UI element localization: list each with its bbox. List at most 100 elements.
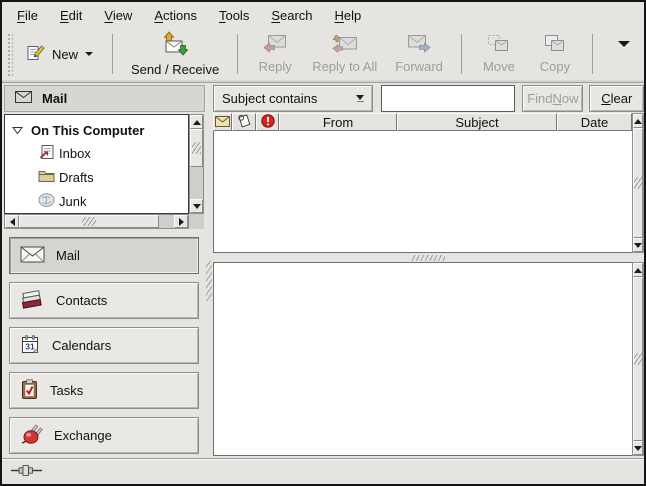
- tree-item-inbox[interactable]: Inbox: [5, 141, 188, 165]
- tree-item-label: Drafts: [59, 170, 94, 185]
- switcher-exchange-button[interactable]: Exchange: [9, 417, 199, 454]
- scrollbar-trough[interactable]: [19, 215, 174, 228]
- thumb-grip-icon: [634, 177, 642, 189]
- status-bar: [2, 458, 644, 484]
- copy-button[interactable]: Copy: [527, 31, 583, 77]
- column-subject[interactable]: Subject: [397, 113, 557, 131]
- junk-icon: [38, 192, 55, 210]
- column-from[interactable]: From: [279, 113, 397, 131]
- arrow-up-icon: [634, 268, 642, 273]
- tasks-icon: [20, 379, 39, 403]
- folder-icon: [38, 169, 55, 185]
- tree-item-junk[interactable]: Junk: [5, 189, 188, 213]
- scroll-left-button[interactable]: [5, 215, 19, 228]
- tree-item-drafts[interactable]: Drafts: [5, 165, 188, 189]
- toolbar-separator: [592, 34, 593, 74]
- folder-tree-vertical-scrollbar[interactable]: [189, 114, 204, 214]
- menu-tools[interactable]: Tools: [208, 4, 260, 27]
- search-scope-dropdown[interactable]: Subject contains: [213, 85, 373, 112]
- switcher-contacts-button[interactable]: Contacts: [9, 282, 199, 319]
- message-list-header: From Subject Date: [213, 113, 632, 131]
- column-message-status[interactable]: [213, 113, 232, 131]
- forward-label: Forward: [395, 59, 443, 74]
- forward-icon: [407, 34, 431, 56]
- mail-outline-icon: [15, 91, 32, 106]
- scroll-up-button[interactable]: [633, 263, 643, 277]
- toolbar-grip-handle[interactable]: [6, 32, 13, 76]
- scrollbar-corner: [189, 214, 204, 229]
- move-label: Move: [483, 59, 515, 74]
- scrollbar-trough[interactable]: [633, 277, 643, 441]
- contacts-icon: [20, 289, 45, 312]
- scroll-down-button[interactable]: [633, 238, 643, 252]
- new-button-label: New: [52, 47, 78, 62]
- scrollbar-trough[interactable]: [190, 129, 203, 199]
- scroll-up-button[interactable]: [190, 115, 203, 129]
- menu-help[interactable]: Help: [324, 4, 373, 27]
- move-icon: [487, 34, 510, 56]
- send-receive-button[interactable]: Send / Receive: [122, 28, 228, 80]
- search-input[interactable]: [381, 85, 515, 112]
- menu-actions[interactable]: Actions: [143, 4, 208, 27]
- scroll-down-button[interactable]: [633, 441, 643, 455]
- switcher-tasks-button[interactable]: Tasks: [9, 372, 199, 409]
- main-area: Mail On This Computer: [2, 83, 644, 458]
- move-button[interactable]: Move: [471, 31, 527, 77]
- reply-button[interactable]: Reply: [247, 31, 303, 77]
- folder-tree-panel: On This Computer Inbox: [4, 114, 204, 229]
- copy-icon: [543, 34, 566, 56]
- horizontal-pane-splitter[interactable]: [213, 253, 644, 262]
- column-attachment[interactable]: [232, 113, 256, 131]
- expander-open-icon[interactable]: [12, 123, 23, 138]
- menu-edit[interactable]: Edit: [49, 4, 93, 27]
- switcher-label: Contacts: [56, 293, 107, 308]
- switcher-mail-button[interactable]: Mail: [9, 237, 199, 274]
- scrollbar-thumb[interactable]: [19, 215, 159, 228]
- message-list-pane: From Subject Date: [213, 113, 644, 253]
- scrollbar-trough[interactable]: [633, 128, 643, 238]
- column-priority[interactable]: [256, 113, 279, 131]
- reply-to-all-button[interactable]: Reply to All: [303, 31, 386, 77]
- online-status-icon[interactable]: [11, 464, 42, 480]
- reply-icon: [263, 34, 287, 56]
- switcher-label: Mail: [56, 248, 80, 263]
- toolbar-overflow-button[interactable]: [612, 41, 636, 68]
- scroll-up-button[interactable]: [633, 114, 643, 128]
- thumb-grip-icon: [82, 217, 96, 226]
- scrollbar-thumb[interactable]: [190, 129, 203, 167]
- preview-pane: [213, 262, 644, 456]
- arrow-down-icon: [634, 446, 642, 451]
- forward-button[interactable]: Forward: [386, 31, 452, 77]
- scrollbar-thumb[interactable]: [633, 128, 643, 238]
- splitter-grip-icon: [206, 261, 212, 301]
- thumb-grip-icon: [192, 142, 201, 154]
- evolution-window: File Edit View Actions Tools Search Help…: [0, 0, 646, 486]
- vertical-pane-splitter[interactable]: [205, 83, 213, 458]
- arrow-down-icon: [634, 243, 642, 248]
- scroll-down-button[interactable]: [190, 199, 203, 213]
- combo-arrow-icon: [356, 95, 364, 102]
- message-preview-body[interactable]: [213, 262, 632, 456]
- send-receive-icon: [162, 31, 189, 59]
- column-date[interactable]: Date: [557, 113, 632, 131]
- folder-tree-horizontal-scrollbar[interactable]: [4, 214, 189, 229]
- find-now-button[interactable]: Find Now: [522, 85, 583, 112]
- switcher-calendars-button[interactable]: 31 Calendars: [9, 327, 199, 364]
- menu-file[interactable]: File: [6, 4, 49, 27]
- tree-root-label: On This Computer: [31, 123, 144, 138]
- message-list-scrollbar[interactable]: [632, 113, 644, 253]
- tree-root-on-this-computer[interactable]: On This Computer: [5, 119, 188, 141]
- switcher-label: Tasks: [50, 383, 83, 398]
- splitter-grip-icon: [411, 255, 445, 261]
- scroll-right-button[interactable]: [174, 215, 188, 228]
- tree-item-label: Inbox: [59, 146, 91, 161]
- clear-button[interactable]: Clear: [589, 85, 644, 112]
- menu-search[interactable]: Search: [260, 4, 323, 27]
- menu-view[interactable]: View: [93, 4, 143, 27]
- reply-to-all-label: Reply to All: [312, 59, 377, 74]
- preview-scrollbar[interactable]: [632, 262, 644, 456]
- new-dropdown-chevron-icon[interactable]: [85, 52, 93, 56]
- new-button[interactable]: New: [17, 36, 103, 72]
- message-list-body[interactable]: [213, 131, 632, 253]
- scrollbar-thumb[interactable]: [633, 277, 643, 441]
